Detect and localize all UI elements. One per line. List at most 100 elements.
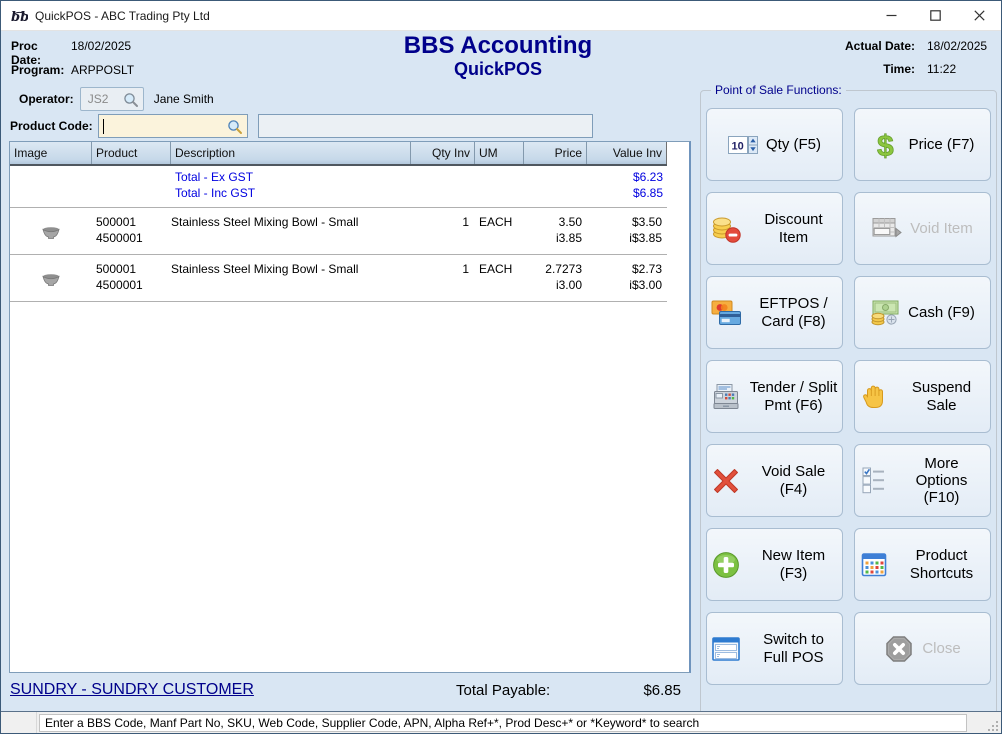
app-logo-icon: bb [10,7,28,25]
operator-name: Jane Smith [154,92,214,106]
col-value-inv[interactable]: Value Inv [587,142,667,164]
col-um[interactable]: UM [475,142,524,164]
main-area: Proc Date: 18/02/2025 Program: ARPPOSLT … [1,31,1001,711]
row-um: EACH [475,214,524,254]
row-value: $2.73 i$3.00 [587,261,667,301]
product-image-cell [10,214,92,254]
coins-discount-icon [712,214,741,243]
credit-card-icon [711,299,741,327]
tender-split-button[interactable]: Tender / Split Pmt (F6) [706,360,843,433]
eftpos-card-button[interactable]: EFTPOS / Card (F8) [706,276,843,349]
program-label: Program: [11,63,71,77]
maximize-icon [930,10,941,21]
row-description: Stainless Steel Mixing Bowl - Small [171,261,411,301]
status-bar: Enter a BBS Code, Manf Part No, SKU, Web… [1,711,1001,734]
app-title: BBS Accounting [198,33,798,59]
window-title: QuickPOS - ABC Trading Pty Ltd [35,9,210,23]
cash-button[interactable]: Cash (F9) [854,276,991,349]
cash-icon [870,299,900,326]
product-image-cell [10,261,92,301]
operator-row: Operator: JS2 Jane Smith [19,87,214,111]
time-label: Time: [845,62,915,76]
total-ex-gst-label: Total - Ex GST [171,169,587,185]
minimize-icon [886,10,897,21]
svg-text:10: 10 [732,140,744,152]
product-codes: 500001 4500001 [92,214,171,254]
product-code-label: Product Code: [10,119,93,133]
operator-search-icon[interactable] [123,92,139,108]
product-code: 500001 [96,214,171,230]
col-product[interactable]: Product [92,142,171,164]
operator-input[interactable]: JS2 [80,87,144,111]
product-shortcuts-button[interactable]: Product Shortcuts [854,528,991,601]
product-code-input-wrap [98,114,248,138]
col-image[interactable]: Image [10,142,92,164]
table-row[interactable]: 500001 4500001 Stainless Steel Mixing Bo… [10,208,667,255]
window-form-icon [711,636,741,662]
total-payable-value: $6.85 [591,682,681,699]
pos-button-grid: 10 Qty (F5) $ Price (F7) [701,102,996,685]
new-item-button[interactable]: New Item (F3) [706,528,843,601]
total-inc-gst-label: Total - Inc GST [171,185,587,201]
product-search-icon[interactable] [227,119,243,135]
cash-register-icon [712,383,740,411]
actual-date-value: 18/02/2025 [927,39,995,53]
row-value: $3.50 i$3.85 [587,214,667,254]
close-pos-button: Close [854,612,991,685]
account-code: 4500001 [96,277,171,293]
product-code: 500001 [96,261,171,277]
svg-text:$: $ [877,130,894,161]
price-button[interactable]: $ Price (F7) [854,108,991,181]
pos-functions-legend: Point of Sale Functions: [711,83,846,97]
actual-date-label: Actual Date: [845,39,915,53]
date-time-block: Actual Date: 18/02/2025 Time: 11:22 [845,39,995,76]
program-value: ARPPOSLT [71,63,134,77]
table-header: Image Product Description Qty Inv UM Pri… [10,142,667,166]
maximize-button[interactable] [913,1,957,30]
void-item-icon [872,216,902,242]
customer-link[interactable]: SUNDRY - SUNDRY CUSTOMER [10,681,254,699]
qty-spinner-icon: 10 [728,133,758,157]
totals-block: Total - Ex GST $6.23 Total - Inc GST $6.… [10,166,667,208]
more-options-button[interactable]: More Options (F10) [854,444,991,517]
plus-circle-icon [712,551,740,579]
app-subtitle: QuickPOS [198,59,798,79]
dollar-icon: $ [875,129,897,161]
void-sale-button[interactable]: Void Sale (F4) [706,444,843,517]
minimize-button[interactable] [869,1,913,30]
col-qty-inv[interactable]: Qty Inv [411,142,475,164]
product-code-input[interactable] [99,115,247,137]
close-octagon-icon [885,635,913,663]
product-description-field [258,114,593,138]
total-inc-gst-value: $6.85 [587,185,667,201]
resize-grip[interactable] [987,720,999,732]
switch-full-pos-button[interactable]: Switch to Full POS [706,612,843,685]
time-value: 11:22 [927,62,995,76]
text-caret [103,119,104,134]
table-row[interactable]: 500001 4500001 Stainless Steel Mixing Bo… [10,255,667,302]
void-item-button: Void Item [854,192,991,265]
discount-item-button[interactable]: Discount Item [706,192,843,265]
close-window-button[interactable] [957,1,1001,30]
status-bar-left-panel [1,712,37,734]
row-qty: 1 [411,261,475,301]
total-ex-gst-value: $6.23 [587,169,667,185]
app-title-block: BBS Accounting QuickPOS [198,33,798,79]
col-price[interactable]: Price [524,142,587,164]
status-hint: Enter a BBS Code, Manf Part No, SKU, Web… [39,714,967,732]
product-image-bowl-icon [41,226,61,241]
operator-label: Operator: [19,92,74,106]
close-icon [974,10,985,21]
col-description[interactable]: Description [171,142,411,164]
total-ex-gst-row: Total - Ex GST $6.23 [10,169,667,185]
total-payable-label: Total Payable: [456,682,550,699]
product-code-row: Product Code: [10,114,593,138]
program-row: Program: ARPPOSLT [11,63,134,77]
suspend-sale-button[interactable]: Suspend Sale [854,360,991,433]
hand-icon [861,383,887,411]
red-x-icon [712,467,740,495]
row-qty: 1 [411,214,475,254]
qty-button[interactable]: 10 Qty (F5) [706,108,843,181]
shortcut-grid-icon [860,551,888,579]
row-um: EACH [475,261,524,301]
